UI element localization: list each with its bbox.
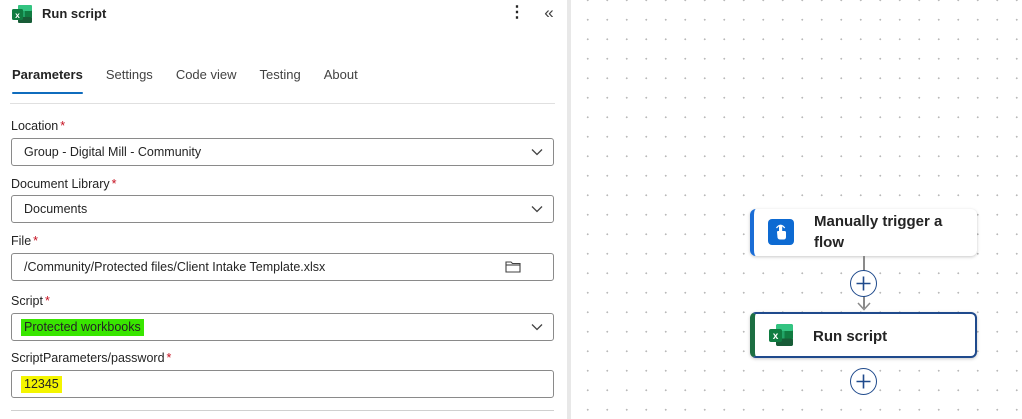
panel-title: Run script bbox=[42, 6, 107, 21]
panel-header: x Run script ⋮ « bbox=[0, 0, 567, 30]
folder-icon[interactable] bbox=[505, 260, 521, 273]
required-marker: * bbox=[166, 351, 172, 365]
location-dropdown[interactable]: Group - Digital Mill - Community bbox=[11, 138, 554, 166]
file-value: /Community/Protected files/Client Intake… bbox=[24, 260, 326, 274]
tab-code-view[interactable]: Code view bbox=[176, 67, 237, 94]
required-marker: * bbox=[111, 177, 117, 191]
location-value: Group - Digital Mill - Community bbox=[24, 145, 202, 159]
file-label-text: File bbox=[11, 234, 32, 248]
tab-parameters[interactable]: Parameters bbox=[12, 67, 83, 94]
password-value: 12345 bbox=[21, 376, 62, 393]
password-label-text: ScriptParameters/password bbox=[11, 351, 165, 365]
document-library-value: Documents bbox=[24, 202, 88, 216]
tab-divider bbox=[10, 103, 555, 104]
trigger-node[interactable]: Manually trigger a flow bbox=[750, 209, 977, 256]
field-divider bbox=[11, 410, 554, 411]
tab-bar: Parameters Settings Code view Testing Ab… bbox=[12, 67, 381, 97]
run-script-node-title: Run script bbox=[813, 328, 888, 345]
script-label-text: Script bbox=[11, 294, 43, 308]
script-dropdown[interactable]: Protected workbooks bbox=[11, 313, 554, 341]
trigger-node-title: Manually trigger a flow bbox=[814, 213, 943, 251]
insert-step-button[interactable] bbox=[850, 270, 877, 297]
document-library-label-text: Document Library bbox=[11, 177, 110, 191]
plus-icon bbox=[856, 374, 871, 389]
script-value: Protected workbooks bbox=[21, 319, 144, 336]
required-marker: * bbox=[60, 119, 66, 133]
svg-text:x: x bbox=[773, 331, 779, 342]
tab-about[interactable]: About bbox=[324, 67, 358, 94]
add-step-button[interactable] bbox=[850, 368, 877, 395]
document-library-dropdown[interactable]: Documents bbox=[11, 195, 554, 223]
collapse-panel-button[interactable]: « bbox=[540, 3, 558, 23]
plus-icon bbox=[856, 276, 871, 291]
touch-hand-icon bbox=[768, 219, 794, 245]
required-marker: * bbox=[33, 234, 39, 248]
excel-icon: x bbox=[12, 5, 32, 23]
chevron-down-icon bbox=[531, 324, 543, 331]
arrow-down-icon bbox=[857, 302, 871, 311]
action-details-panel: x Run script ⋮ « Parameters Settings Cod… bbox=[0, 0, 567, 419]
file-label: File * bbox=[11, 234, 38, 248]
file-picker-field[interactable]: /Community/Protected files/Client Intake… bbox=[11, 253, 554, 281]
chevron-down-icon bbox=[531, 149, 543, 156]
document-library-label: Document Library * bbox=[11, 177, 117, 191]
location-label-text: Location bbox=[11, 119, 59, 133]
more-options-button[interactable]: ⋮ bbox=[509, 4, 525, 24]
required-marker: * bbox=[44, 294, 50, 308]
excel-icon: x bbox=[769, 324, 793, 346]
location-label: Location * bbox=[11, 119, 65, 133]
script-label: Script * bbox=[11, 294, 50, 308]
password-value-highlight: 12345 bbox=[21, 376, 62, 393]
password-input[interactable]: 12345 bbox=[11, 370, 554, 398]
tab-settings[interactable]: Settings bbox=[106, 67, 153, 94]
tab-testing[interactable]: Testing bbox=[260, 67, 301, 94]
script-value-highlight: Protected workbooks bbox=[21, 319, 144, 336]
svg-text:x: x bbox=[15, 10, 20, 20]
chevron-down-icon bbox=[531, 206, 543, 213]
password-label: ScriptParameters/password * bbox=[11, 351, 171, 365]
run-script-node[interactable]: x Run script bbox=[750, 312, 977, 358]
